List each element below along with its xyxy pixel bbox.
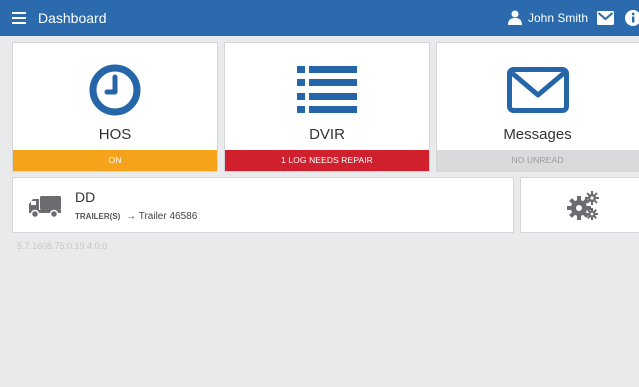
- gears-icon: [567, 191, 599, 220]
- user-icon[interactable]: [508, 10, 522, 25]
- messages-tile[interactable]: Messages NO UNREAD: [436, 42, 639, 172]
- trailer-key: TRAILER(S): [75, 212, 121, 221]
- vehicle-card[interactable]: DD TRAILER(S) → Trailer 46586: [12, 177, 514, 233]
- status-badge: NO UNREAD: [437, 150, 639, 171]
- status-badge: ON: [13, 150, 217, 171]
- status-badge: 1 LOG NEEDS REPAIR: [225, 150, 429, 171]
- tile-label: DVIR: [309, 126, 345, 143]
- trailer-info: TRAILER(S) → Trailer 46586: [75, 211, 197, 222]
- tile-label: HOS: [98, 126, 132, 143]
- vehicle-name: DD: [75, 189, 96, 205]
- hamburger-icon[interactable]: [12, 11, 26, 24]
- list-icon: [225, 55, 429, 125]
- page-title: Dashboard: [38, 10, 107, 26]
- clock-icon: [13, 55, 217, 125]
- version-label: 5.7.1608.75:0.19:4.0.0: [17, 241, 108, 251]
- user-name[interactable]: John Smith: [528, 11, 588, 25]
- envelope-icon[interactable]: [597, 11, 614, 25]
- envelope-icon: [437, 55, 638, 125]
- info-icon[interactable]: [625, 10, 639, 26]
- trailer-value: Trailer 46586: [138, 211, 198, 222]
- top-bar: Dashboard John Smith: [0, 0, 639, 36]
- hos-tile[interactable]: HOS ON: [12, 42, 218, 172]
- arrow-icon: →: [126, 211, 137, 222]
- settings-card[interactable]: [520, 177, 639, 233]
- tile-label: Messages: [503, 126, 572, 143]
- truck-icon: [29, 196, 61, 218]
- dvir-tile[interactable]: DVIR 1 LOG NEEDS REPAIR: [224, 42, 430, 172]
